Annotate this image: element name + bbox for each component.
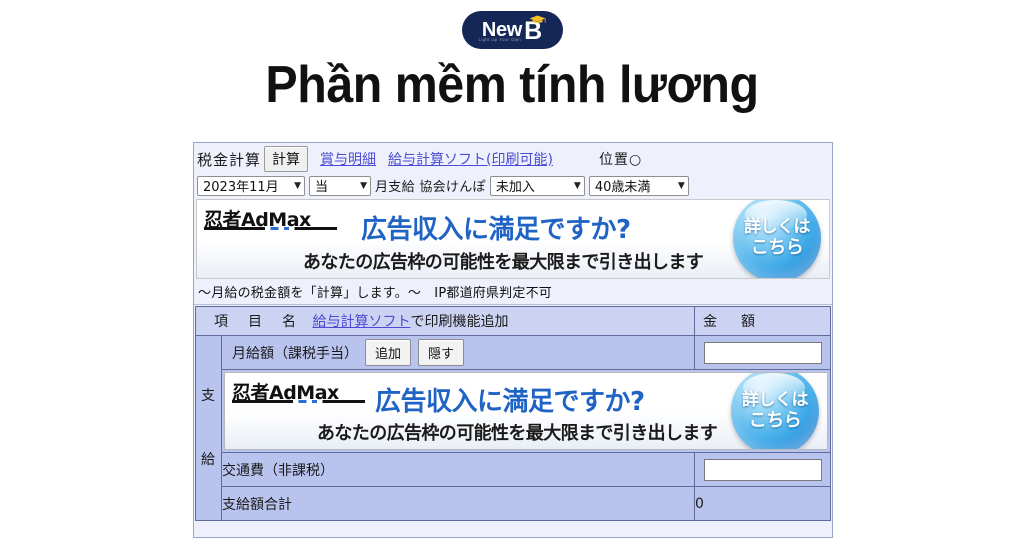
row-total-label-cell: 支給額合計 (221, 486, 695, 521)
graduation-cap-icon (529, 15, 546, 23)
ad-cta-line2: こちら (750, 237, 804, 259)
admax-logo-rule (232, 400, 365, 403)
table-header-row: 項 目 名 給与計算ソフトで印刷機能追加 金 額 (195, 306, 831, 336)
timing-select[interactable]: 当 ▼ (309, 175, 371, 196)
ad-cta-line1: 詳しくは (742, 389, 809, 410)
position-label: 位置○ (598, 152, 643, 168)
chevron-down-icon: ▼ (294, 180, 301, 191)
timing-select-value: 当 (315, 180, 329, 195)
hide-button[interactable]: 隠す (418, 339, 465, 366)
row-total-label: 支給額合計 (222, 496, 292, 513)
row-transport-label: 交通費（非課税） (222, 462, 334, 479)
ad-subtext: あなたの広告枠の可能性を最大限まで引き出します (317, 423, 718, 444)
row-monthly-salary-label: 月給額（課税手当） (232, 345, 358, 362)
row-total-value: 0 (694, 486, 831, 521)
monthly-salary-input[interactable] (703, 341, 822, 364)
row-transport-amount-cell (694, 452, 831, 487)
month-select[interactable]: 2023年11月 ▼ (197, 175, 305, 196)
payroll-app-screenshot: 税金計算 計算 賞与明細 給与計算ソフト(印刷可能) 位置○ 2023年11月 … (193, 142, 833, 538)
filter-row: 2023年11月 ▼ 当 ▼ 月支給 協会けんぽ 未加入 ▼ 40歳未満 ▼ (194, 173, 832, 198)
newb-logo[interactable]: New B Light Up Your Own (461, 11, 563, 49)
age-select[interactable]: 40歳未満 ▼ (588, 175, 689, 196)
row-transport-label-cell: 交通費（非課税） (221, 452, 695, 487)
payroll-software-link[interactable]: 給与計算ソフト(印刷可能) (388, 149, 553, 169)
filter-mid-text: 月支給 協会けんぽ (375, 180, 486, 195)
header-software-link[interactable]: 給与計算ソフト (312, 314, 410, 330)
table-row-ad: 忍者AdMax 広告収入に満足ですか? あなたの広告枠の可能性を最大限まで引き出… (196, 369, 831, 453)
side-label-char-1: 支 (201, 387, 216, 404)
bonus-statement-link[interactable]: 賞与明細 (320, 149, 376, 169)
add-button[interactable]: 追加 (365, 339, 412, 366)
toolbar-title: 税金計算 (197, 150, 262, 169)
brand-header: New B Light Up Your Own (0, 0, 1024, 49)
ad-banner-inline[interactable]: 忍者AdMax 広告収入に満足ですか? あなたの広告枠の可能性を最大限まで引き出… (224, 372, 828, 450)
table-row: 支給額合計 0 (196, 486, 831, 521)
ad-cta-line2: こちら (748, 410, 802, 432)
header-name-suffix: で印刷機能追加 (410, 314, 509, 330)
page-title: Phần mềm tính lương (265, 56, 759, 114)
header-item-name: 項 目 名 (214, 314, 299, 330)
calculate-button[interactable]: 計算 (264, 146, 309, 172)
chevron-down-icon: ▼ (573, 180, 581, 191)
enrollment-select-value: 未加入 (495, 180, 535, 195)
ad-banner-top[interactable]: 忍者AdMax 広告収入に満足ですか? あなたの広告枠の可能性を最大限まで引き出… (196, 199, 830, 279)
ad-cta-line1: 詳しくは (744, 216, 811, 237)
row-monthly-salary-amount-cell (694, 335, 831, 370)
month-select-value: 2023年11月 (203, 180, 279, 195)
row-monthly-salary-label-cell: 月給額（課税手当） 追加 隠す (221, 335, 695, 370)
ad-headline: 広告収入に満足ですか? (375, 387, 645, 417)
side-label-char-2: 給 (201, 452, 216, 468)
ad-subtext: あなたの広告枠の可能性を最大限まで引き出します (303, 252, 704, 273)
logo-tagline: Light Up Your Own (478, 37, 522, 42)
payroll-table: 項 目 名 給与計算ソフトで印刷機能追加 金 額 支 給 月給額（課税手当） 追… (195, 306, 831, 521)
chevron-down-icon: ▼ (677, 180, 685, 191)
ad-cta-circle[interactable]: 詳しくは こちら (731, 373, 819, 449)
ad-headline: 広告収入に満足ですか? (361, 215, 631, 245)
enrollment-select[interactable]: 未加入 ▼ (489, 175, 585, 196)
side-label-shikyu: 支 給 (195, 335, 222, 521)
app-note: 〜月給の税金額を「計算」します。〜 IP都道府県判定不可 (194, 279, 832, 305)
age-select-value: 40歳未満 (594, 180, 651, 195)
header-amount: 金 額 (694, 306, 831, 336)
admax-logo-rule (204, 227, 337, 230)
inline-ad-cell: 忍者AdMax 広告収入に満足ですか? あなたの広告枠の可能性を最大限まで引き出… (221, 369, 831, 453)
app-toolbar: 税金計算 計算 賞与明細 給与計算ソフト(印刷可能) 位置○ (194, 143, 832, 173)
ad-cta-circle[interactable]: 詳しくは こちら (733, 200, 821, 278)
transport-fee-input[interactable] (703, 458, 822, 481)
table-row: 支 給 月給額（課税手当） 追加 隠す (195, 335, 831, 521)
header-item-name-cell: 項 目 名 給与計算ソフトで印刷機能追加 (195, 306, 695, 336)
chevron-down-icon: ▼ (360, 180, 367, 191)
table-row: 交通費（非課税） (196, 452, 831, 487)
